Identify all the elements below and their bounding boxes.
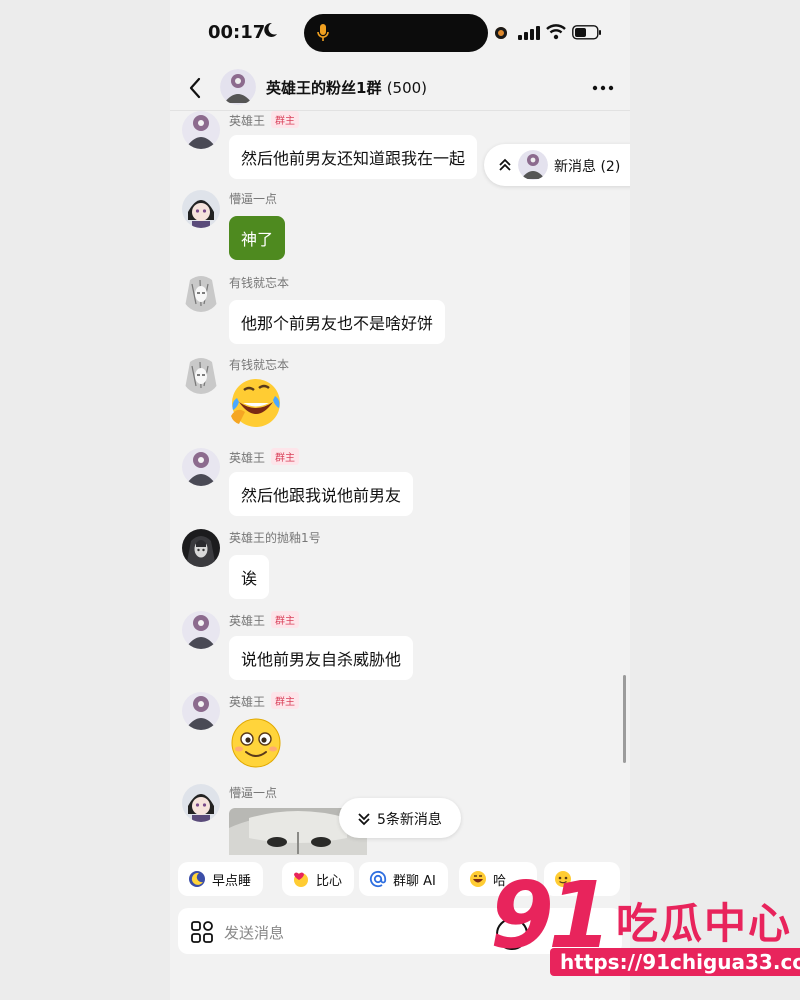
chip-sleep-early[interactable]: 早点睡 bbox=[178, 862, 264, 896]
avatar[interactable] bbox=[182, 529, 220, 567]
avatar[interactable] bbox=[182, 611, 220, 649]
owner-badge: 群主 bbox=[271, 111, 300, 128]
microphone-icon bbox=[317, 24, 329, 41]
avatar[interactable] bbox=[182, 190, 220, 228]
privacy-indicator-icon bbox=[495, 27, 507, 39]
new-messages-bottom-button[interactable]: 5条新消息 bbox=[339, 798, 461, 838]
cellular-signal-icon bbox=[518, 26, 540, 40]
message-bubble[interactable]: 诶 bbox=[229, 555, 270, 599]
new-messages-top-button[interactable]: 新消息 (2) bbox=[484, 144, 630, 186]
watermark-url: https://91chigua33.com bbox=[550, 948, 800, 976]
more-options-icon[interactable] bbox=[590, 78, 616, 98]
back-arrow-icon[interactable] bbox=[186, 76, 206, 100]
wifi-icon bbox=[546, 24, 566, 40]
avatar bbox=[518, 150, 548, 180]
new-messages-bottom-label: 5条新消息 bbox=[377, 812, 442, 828]
owner-badge: 群主 bbox=[271, 611, 300, 628]
battery-icon bbox=[572, 25, 601, 40]
avatar[interactable] bbox=[182, 692, 220, 730]
apps-grid-icon[interactable] bbox=[190, 920, 214, 944]
chat-header: 英雄王的粉丝1群 (500) bbox=[170, 66, 630, 111]
moon-icon bbox=[264, 22, 277, 37]
group-title: 英雄王的粉丝1群 (500) bbox=[266, 79, 428, 97]
dynamic-island bbox=[304, 14, 488, 52]
avatar[interactable] bbox=[182, 448, 220, 486]
message-bubble[interactable]: 他那个前男友也不是啥好饼 bbox=[229, 300, 446, 344]
heart-hands-icon bbox=[294, 872, 308, 887]
sender-name: 英雄王 群主 bbox=[229, 692, 300, 710]
chip-heart[interactable]: 比心 bbox=[282, 862, 355, 896]
sender-name: 懵逼一点 bbox=[229, 786, 278, 800]
scrollbar[interactable] bbox=[623, 675, 626, 763]
message-input[interactable]: 发送消息 bbox=[224, 922, 284, 943]
laugh-icon bbox=[470, 871, 486, 887]
watermark: 91 吃瓜中心 https://91chigua33.com bbox=[490, 866, 800, 990]
avatar[interactable] bbox=[182, 784, 220, 822]
sender-name: 有钱就忘本 bbox=[229, 358, 290, 372]
sender-name: 英雄王 群主 bbox=[229, 111, 300, 129]
double-chevron-down-icon bbox=[358, 813, 370, 826]
avatar[interactable] bbox=[182, 274, 220, 312]
double-chevron-up-icon bbox=[499, 158, 511, 171]
rofl-emoji-icon[interactable] bbox=[229, 376, 283, 430]
sender-name: 有钱就忘本 bbox=[229, 276, 290, 290]
group-avatar[interactable] bbox=[220, 69, 256, 105]
sender-name: 懵逼一点 bbox=[229, 192, 278, 206]
owner-badge: 群主 bbox=[271, 692, 300, 709]
sender-name: 英雄王 群主 bbox=[229, 611, 300, 629]
message-bubble[interactable]: 然后他前男友还知道跟我在一起 bbox=[229, 135, 478, 179]
avatar[interactable] bbox=[182, 111, 220, 149]
watermark-name: 吃瓜中心 bbox=[616, 899, 793, 948]
sender-name: 英雄王的抛釉1号 bbox=[229, 531, 321, 545]
new-messages-top-label: 新消息 (2) bbox=[554, 159, 621, 175]
message-bubble[interactable]: 然后他跟我说他前男友 bbox=[229, 472, 414, 516]
status-bar: 00:17 bbox=[170, 0, 630, 66]
sender-name: 英雄王 群主 bbox=[229, 448, 300, 466]
status-time: 00:17 bbox=[208, 22, 266, 43]
phone-screen: 00:17 英雄王的粉丝1群 (500) 英雄王 群主 然后他前男友还知道跟我在一… bbox=[170, 0, 630, 1000]
owner-badge: 群主 bbox=[271, 448, 300, 465]
message-list[interactable]: 英雄王 群主 然后他前男友还知道跟我在一起 懵逼一点 神了 有钱就忘本 他那个前男… bbox=[170, 111, 630, 855]
at-icon bbox=[369, 870, 387, 888]
message-bubble[interactable]: 说他前男友自杀威胁他 bbox=[229, 636, 414, 680]
member-count: (500) bbox=[386, 79, 428, 97]
message-bubble[interactable]: 神了 bbox=[229, 216, 286, 260]
avatar[interactable] bbox=[182, 356, 220, 394]
chip-group-ai[interactable]: 群聊 AI bbox=[359, 862, 448, 896]
moon-icon bbox=[189, 871, 205, 887]
smile-emoji-icon[interactable] bbox=[229, 716, 283, 770]
